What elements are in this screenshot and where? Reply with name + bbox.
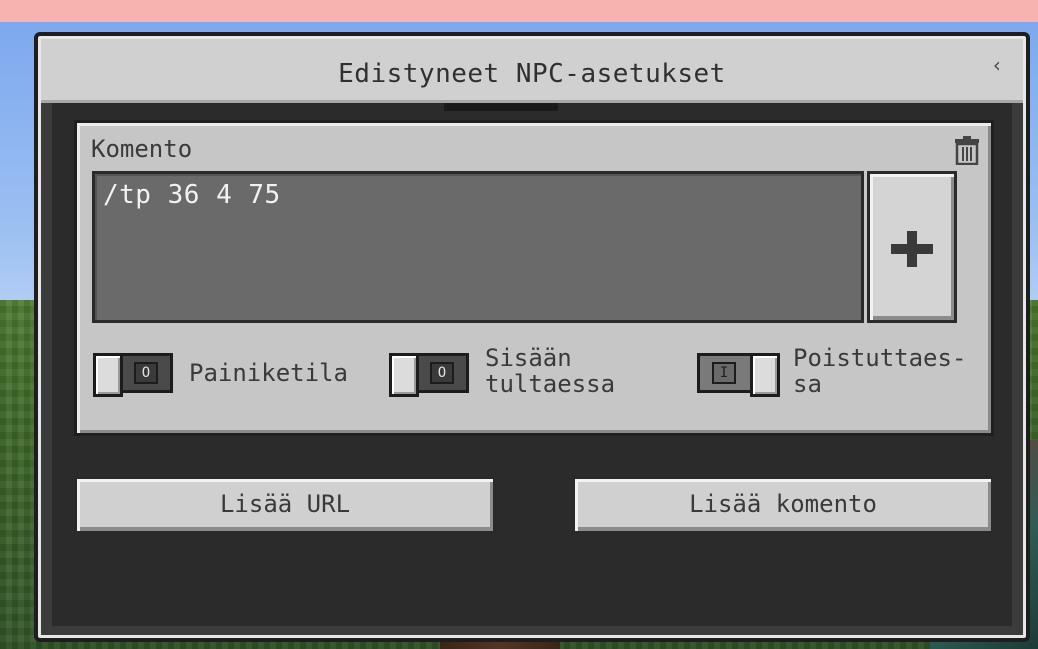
top-border-strip [0, 0, 1038, 22]
on-exit-toggle[interactable]: I [697, 353, 780, 397]
toggle-label-line: Sisään [485, 344, 572, 372]
command-card: Komento /tp 36 4 75 O Painiketila O Sisä… [74, 120, 994, 436]
toggle-label-line: Poistuttaes- [793, 344, 967, 372]
chevron-left-icon[interactable]: ‹ [987, 53, 1007, 79]
on-enter-toggle-group: O Sisään tultaessa [389, 345, 659, 401]
on-exit-label: Poistuttaes- sa [793, 345, 966, 397]
toggle-knob [750, 353, 780, 397]
plus-icon [891, 231, 933, 267]
toggle-knob [93, 353, 123, 397]
add-url-button[interactable]: Lisää URL [74, 476, 496, 534]
add-command-button[interactable]: Lisää komento [572, 476, 994, 534]
on-enter-label: Sisään tultaessa [485, 345, 615, 397]
toggle-label-line: tultaessa [485, 370, 616, 398]
on-enter-toggle[interactable]: O [389, 353, 469, 397]
command-text: /tp 36 4 75 [103, 180, 281, 210]
toggle-label-line: Painiketila [189, 359, 348, 387]
on-exit-toggle-group: I Poistuttaes- sa [697, 345, 977, 401]
add-command-plus-button[interactable] [867, 171, 957, 323]
toggle-state-glyph: O [134, 362, 158, 384]
button-mode-label: Painiketila [189, 360, 348, 386]
dialog-titlebar: Edistyneet NPC-asetukset ‹ [41, 39, 1023, 103]
button-mode-toggle[interactable]: O [93, 353, 173, 397]
command-label: Komento [91, 135, 193, 163]
scroll-indicator [444, 103, 558, 111]
toggle-knob [389, 353, 419, 397]
dialog-title: Edistyneet NPC-asetukset [338, 59, 726, 89]
button-mode-toggle-group: O Painiketila [93, 345, 353, 401]
toggle-state-glyph: I [712, 362, 736, 384]
trash-icon[interactable] [953, 135, 981, 165]
command-input[interactable]: /tp 36 4 75 [92, 171, 864, 323]
toggle-state-glyph: O [430, 362, 454, 384]
npc-settings-dialog: Edistyneet NPC-asetukset ‹ Komento /tp 3… [34, 32, 1030, 642]
toggle-label-line: sa [793, 370, 822, 398]
